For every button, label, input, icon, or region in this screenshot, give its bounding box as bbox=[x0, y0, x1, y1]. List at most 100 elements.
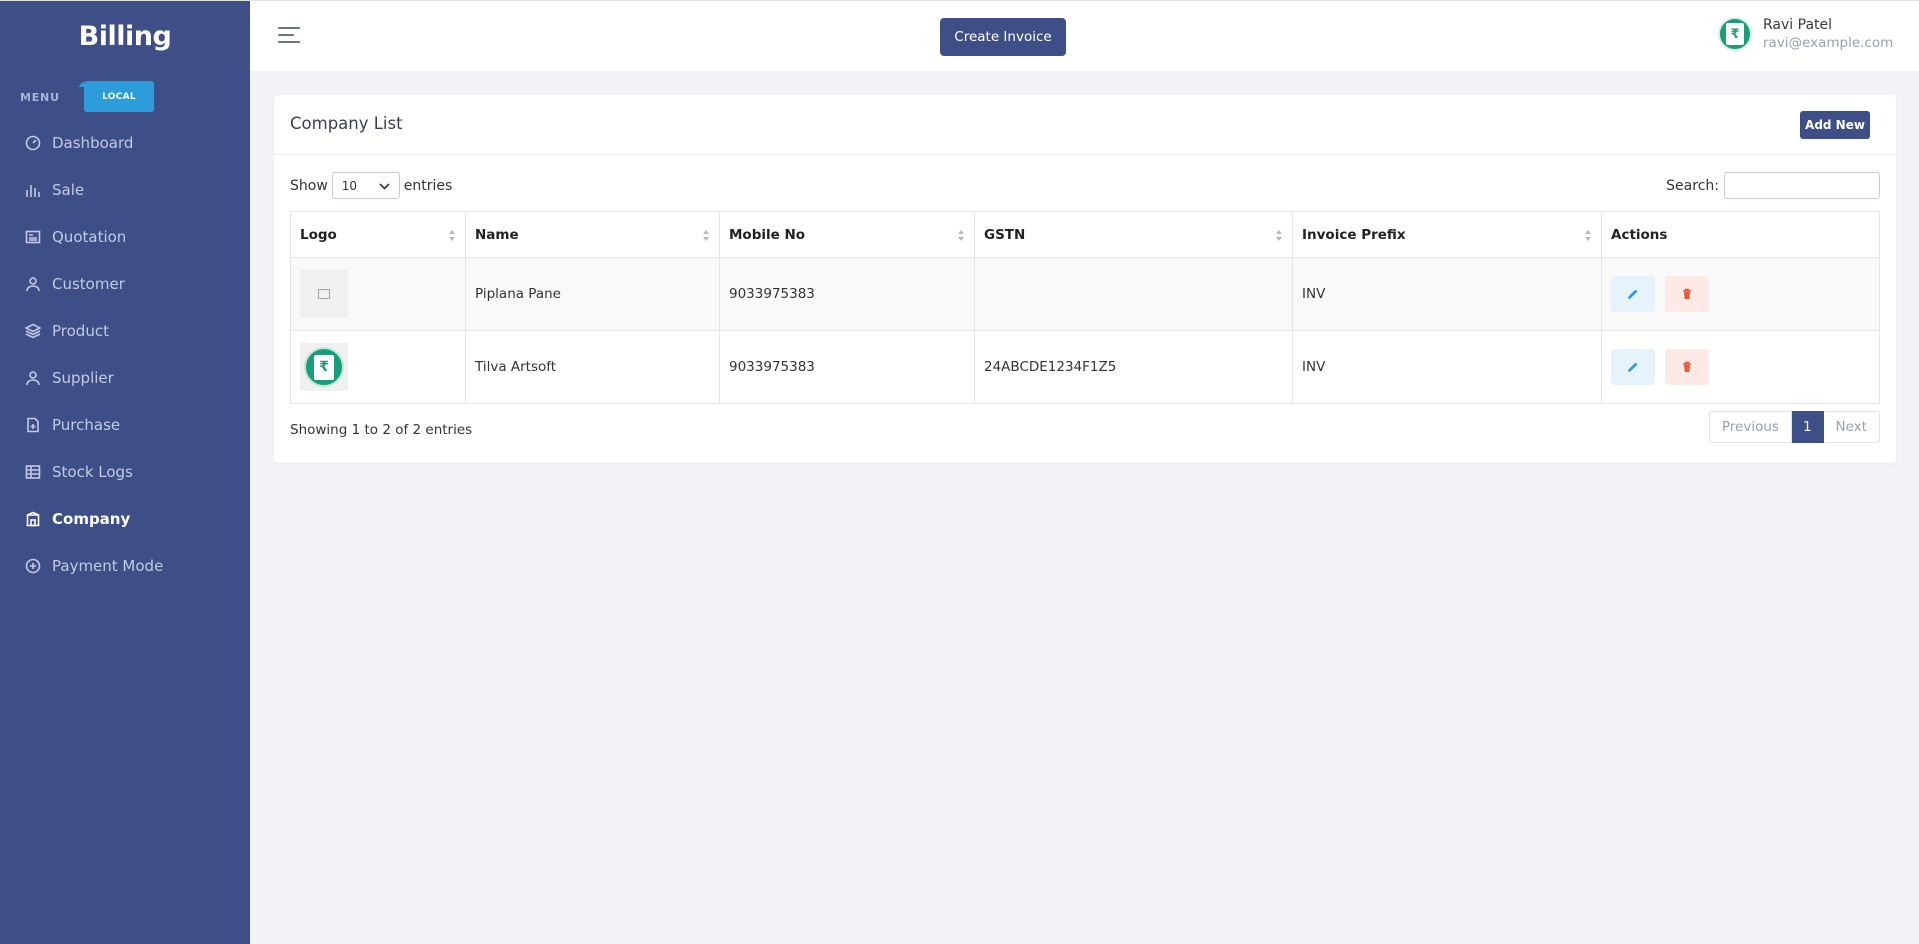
sidebar-item-quotation[interactable]: Quotation bbox=[0, 213, 250, 260]
sidebar-item-sale[interactable]: Sale bbox=[0, 166, 250, 213]
gstn-cell bbox=[974, 257, 1293, 331]
table-row: Piplana Pane 9033975383 INV bbox=[290, 257, 1880, 331]
sort-icon bbox=[703, 230, 709, 241]
column-label: Invoice Prefix bbox=[1302, 226, 1406, 243]
previous-page-button[interactable]: Previous bbox=[1708, 411, 1792, 443]
sidebar-item-product[interactable]: Product bbox=[0, 307, 250, 354]
delete-button[interactable] bbox=[1665, 276, 1710, 312]
dashboard-icon bbox=[24, 134, 42, 152]
logo-cell: ₹ bbox=[290, 330, 466, 404]
bar-chart-icon bbox=[24, 181, 42, 199]
actions-cell bbox=[1601, 257, 1880, 331]
gstn-cell: 24ABCDE1234F1Z5 bbox=[974, 330, 1293, 404]
sidebar-item-label: Payment Mode bbox=[52, 556, 164, 575]
name-cell: Tilva Artsoft bbox=[465, 330, 720, 404]
sidebar-item-label: Stock Logs bbox=[52, 462, 133, 481]
company-list-card: Company List Add New Show 10 entries Sea… bbox=[274, 95, 1896, 463]
sidebar-item-purchase[interactable]: Purchase bbox=[0, 401, 250, 448]
topbar: Create Invoice ₹ Ravi Patel ravi@example… bbox=[250, 0, 1919, 71]
table-icon bbox=[24, 463, 42, 481]
entries-label: entries bbox=[403, 177, 453, 194]
environment-badge: LOCAL bbox=[78, 81, 154, 112]
column-header-invoice-prefix[interactable]: Invoice Prefix bbox=[1292, 211, 1602, 258]
sidebar-nav: Dashboard Sale Quotation Customer Produc… bbox=[0, 119, 250, 589]
user-icon bbox=[24, 369, 42, 387]
pencil-icon bbox=[1628, 362, 1638, 372]
avatar: ₹ bbox=[1718, 17, 1752, 51]
hamburger-menu-icon[interactable] bbox=[278, 27, 300, 45]
card-header: Company List Add New bbox=[274, 95, 1896, 155]
sidebar-item-label: Company bbox=[52, 509, 131, 528]
building-icon bbox=[24, 510, 42, 528]
name-cell: Piplana Pane bbox=[465, 257, 720, 331]
entries-select[interactable]: 10 bbox=[331, 172, 400, 199]
sort-icon bbox=[958, 230, 964, 241]
menu-label: MENU bbox=[20, 91, 60, 104]
page-title: Company List bbox=[290, 114, 403, 133]
table-header-row: Logo Name Mobile No GSTN Invoice Prefix … bbox=[290, 211, 1880, 258]
column-header-mobile[interactable]: Mobile No bbox=[719, 211, 975, 258]
sidebar-item-stock-logs[interactable]: Stock Logs bbox=[0, 448, 250, 495]
sidebar-item-customer[interactable]: Customer bbox=[0, 260, 250, 307]
entries-value: 10 bbox=[341, 178, 358, 193]
prefix-cell: INV bbox=[1292, 330, 1602, 404]
user-profile[interactable]: ₹ Ravi Patel ravi@example.com bbox=[1718, 16, 1893, 52]
edit-button[interactable] bbox=[1611, 349, 1655, 385]
sort-icon bbox=[1585, 230, 1591, 241]
pagination: Previous 1 Next bbox=[1708, 411, 1880, 443]
sidebar-item-label: Purchase bbox=[52, 415, 121, 434]
edit-button[interactable] bbox=[1611, 276, 1655, 312]
placeholder-image-icon bbox=[300, 270, 348, 318]
sidebar-item-label: Dashboard bbox=[52, 133, 134, 152]
file-plus-icon bbox=[24, 416, 42, 434]
prefix-cell: INV bbox=[1292, 257, 1602, 331]
create-invoice-button[interactable]: Create Invoice bbox=[940, 18, 1066, 56]
sidebar-item-supplier[interactable]: Supplier bbox=[0, 354, 250, 401]
actions-cell bbox=[1601, 330, 1880, 404]
user-email: ravi@example.com bbox=[1763, 35, 1894, 51]
sort-icon bbox=[449, 230, 455, 241]
column-label: Actions bbox=[1611, 226, 1668, 243]
column-label: GSTN bbox=[984, 226, 1026, 243]
trash-icon bbox=[1683, 361, 1692, 372]
page-1-button[interactable]: 1 bbox=[1791, 411, 1824, 443]
trash-icon bbox=[1683, 288, 1692, 299]
column-label: Logo bbox=[300, 226, 337, 243]
sort-icon bbox=[1276, 230, 1282, 241]
sidebar-item-label: Product bbox=[52, 321, 109, 340]
mobile-cell: 9033975383 bbox=[719, 257, 975, 331]
layers-icon bbox=[24, 322, 42, 340]
brand-logo[interactable]: Billing bbox=[0, 1, 250, 71]
search-label: Search: bbox=[1666, 177, 1719, 194]
next-page-button[interactable]: Next bbox=[1823, 411, 1880, 443]
rupee-doc-icon: ₹ bbox=[304, 347, 344, 387]
chevron-down-icon bbox=[379, 179, 390, 193]
logo-cell bbox=[290, 257, 466, 331]
sidebar-item-label: Supplier bbox=[52, 368, 114, 387]
table-search: Search: bbox=[1666, 172, 1880, 199]
sidebar-item-label: Quotation bbox=[52, 227, 127, 246]
sidebar: Billing MENU LOCAL Dashboard Sale Quotat… bbox=[0, 0, 250, 944]
sidebar-item-dashboard[interactable]: Dashboard bbox=[0, 119, 250, 166]
rupee-symbol: ₹ bbox=[314, 354, 334, 380]
sidebar-item-company[interactable]: Company bbox=[0, 495, 250, 542]
column-header-logo[interactable]: Logo bbox=[290, 211, 466, 258]
sidebar-item-payment-mode[interactable]: Payment Mode bbox=[0, 542, 250, 589]
column-header-gstn[interactable]: GSTN bbox=[974, 211, 1293, 258]
add-new-button[interactable]: Add New bbox=[1800, 111, 1870, 139]
column-header-actions: Actions bbox=[1601, 211, 1880, 258]
company-logo: ₹ bbox=[300, 343, 348, 391]
mobile-cell: 9033975383 bbox=[719, 330, 975, 404]
sidebar-item-label: Customer bbox=[52, 274, 125, 293]
wallet-icon bbox=[24, 557, 42, 575]
menu-header: MENU LOCAL bbox=[0, 81, 250, 113]
sidebar-item-label: Sale bbox=[52, 180, 85, 199]
newspaper-icon bbox=[24, 228, 42, 246]
column-header-name[interactable]: Name bbox=[465, 211, 720, 258]
delete-button[interactable] bbox=[1665, 349, 1710, 385]
pencil-icon bbox=[1628, 289, 1638, 299]
entries-length: Show 10 entries bbox=[290, 172, 452, 199]
show-label: Show bbox=[290, 177, 328, 194]
search-input[interactable] bbox=[1724, 172, 1880, 199]
column-label: Mobile No bbox=[729, 226, 806, 243]
